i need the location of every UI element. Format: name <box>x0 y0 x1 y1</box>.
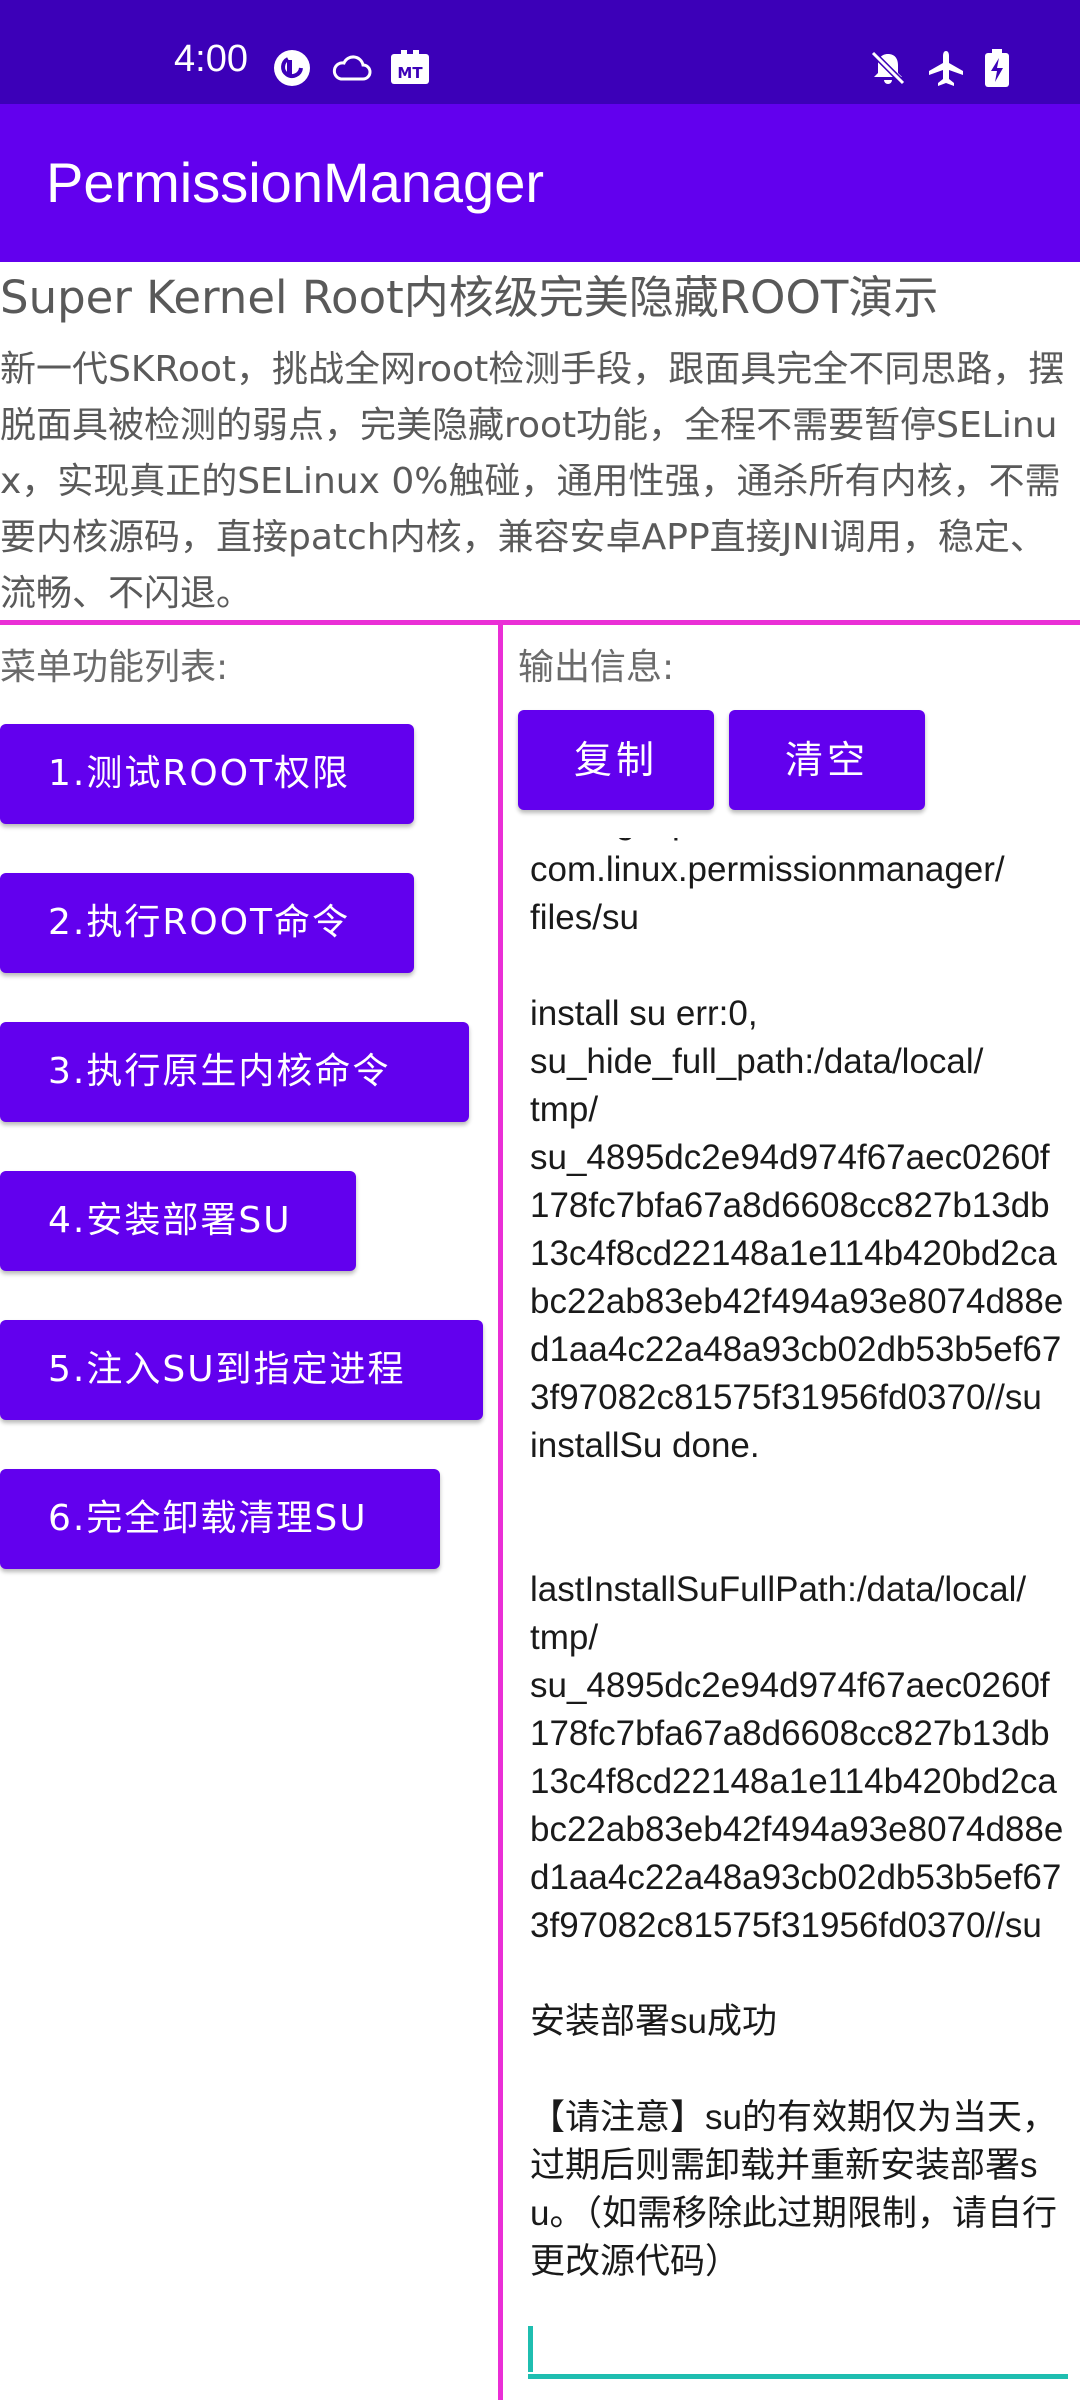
app-title: PermissionManager <box>46 151 544 214</box>
install-su-button[interactable]: 4.安装部署SU <box>0 1171 356 1271</box>
run-kernel-command-button[interactable]: 3.执行原生内核命令 <box>0 1022 469 1122</box>
output-text-field[interactable]: su origin path:/data/user/0/ com.linux.p… <box>528 838 1068 2400</box>
notifications-off-icon <box>868 48 908 88</box>
run-root-command-button[interactable]: 2.执行ROOT命令 <box>0 873 414 973</box>
app-bar: PermissionManager <box>0 104 1080 262</box>
battery-charging-icon <box>982 48 1012 88</box>
clear-button[interactable]: 清空 <box>729 710 925 810</box>
output-label: 输出信息: <box>518 647 675 688</box>
mt-app-icon: MT <box>388 48 432 88</box>
intro-text: 新一代SKRoot，挑战全网root检测手段，跟面具完全不同思路，摆脱面具被检测… <box>0 349 1065 614</box>
pocket-casts-icon <box>272 48 312 88</box>
inject-su-button[interactable]: 5.注入SU到指定进程 <box>0 1320 483 1420</box>
svg-text:MT: MT <box>397 64 423 82</box>
vertical-divider <box>498 624 503 2400</box>
text-cursor <box>528 2326 533 2372</box>
status-bar: 4:00 MT <box>0 0 1080 104</box>
status-time: 4:00 <box>174 38 248 80</box>
copy-button[interactable]: 复制 <box>518 710 714 810</box>
uninstall-su-button[interactable]: 6.完全卸载清理SU <box>0 1469 440 1569</box>
output-text: su origin path:/data/user/0/ com.linux.p… <box>530 838 1064 2281</box>
airplane-mode-icon <box>926 48 966 88</box>
test-root-button[interactable]: 1.测试ROOT权限 <box>0 724 414 824</box>
horizontal-divider <box>0 620 1080 625</box>
cloud-icon <box>330 48 374 88</box>
menu-label: 菜单功能列表: <box>0 647 229 688</box>
text-field-underline <box>528 2374 1068 2379</box>
page-title: Super Kernel Root内核级完美隐藏ROOT演示 <box>0 271 939 324</box>
